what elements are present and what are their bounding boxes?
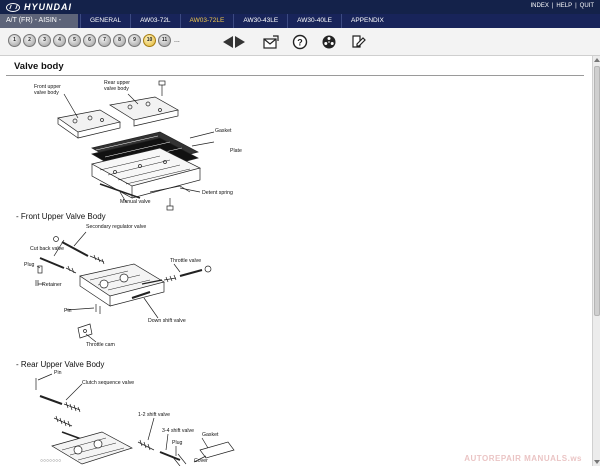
tab-aw03-72l[interactable]: AW03-72L xyxy=(130,14,179,28)
title-divider xyxy=(6,75,584,76)
label-rear-upper: Rear upper valve body xyxy=(104,80,130,92)
edit-icon[interactable] xyxy=(349,33,367,51)
page-button-7[interactable]: 7 xyxy=(98,34,111,47)
page-arrows xyxy=(223,36,245,48)
label-pin: Pin xyxy=(64,308,72,314)
label-manual-valve: Manual valve xyxy=(120,199,151,205)
vertical-scrollbar[interactable] xyxy=(592,56,600,466)
top-links: INDEX | HELP | QUIT xyxy=(531,3,595,9)
label-1-2-shift-valve: 1-2 shift valve xyxy=(138,412,171,418)
watermark: AUTOREPAIR MANUALS.ws xyxy=(464,454,582,463)
brand-name: HYUNDAI xyxy=(24,2,73,12)
label-throttle-cam: Throttle cam xyxy=(86,342,115,348)
tool-buttons: ? xyxy=(262,33,367,51)
page-title: Valve body xyxy=(14,61,64,72)
label-gasket: Gasket xyxy=(215,128,232,134)
label-plug: Plug xyxy=(172,440,183,446)
nav-title: A/T (FR) - AISIN - xyxy=(0,14,78,28)
label-clutch-sequence-valve: Clutch sequence valve xyxy=(82,380,135,386)
previous-page-icon[interactable] xyxy=(223,36,233,48)
label-plate: Plate xyxy=(230,148,242,154)
front-upper-diagram: Secondary regulator valve Cut back valve… xyxy=(24,224,230,356)
index-link[interactable]: INDEX xyxy=(531,3,549,9)
page-button-4[interactable]: 4 xyxy=(53,34,66,47)
label-gasket: Gasket xyxy=(202,432,219,438)
tab-aw03-72le[interactable]: AW03-72LE xyxy=(179,14,234,28)
quit-link[interactable]: QUIT xyxy=(580,3,594,9)
nav-bar: A/T (FR) - AISIN - GENERAL AW03-72L AW03… xyxy=(0,14,600,28)
page-button-6[interactable]: 6 xyxy=(83,34,96,47)
label-detent-spring: Detent spring xyxy=(202,190,233,196)
tab-aw30-40le[interactable]: AW30-40LE xyxy=(287,14,341,28)
scroll-thumb[interactable] xyxy=(594,66,600,316)
hyundai-logo: HYUNDAI xyxy=(6,2,72,12)
svg-text:?: ? xyxy=(297,38,303,48)
page-button-1[interactable]: 1 xyxy=(8,34,21,47)
link-separator: | xyxy=(575,3,577,9)
label-cover: Cover xyxy=(194,458,208,464)
help-link[interactable]: HELP xyxy=(556,3,572,9)
tab-appendix[interactable]: APPENDIX xyxy=(340,14,393,28)
rear-upper-diagram: Pin Clutch sequence valve 1-2 shift valv… xyxy=(22,370,242,466)
page-button-2[interactable]: 2 xyxy=(23,34,36,47)
top-bar: HYUNDAI INDEX | HELP | QUIT xyxy=(0,0,600,14)
nav-tabs: GENERAL AW03-72L AW03-72LE AW30-43LE AW3… xyxy=(80,14,393,28)
footer-dots: ○○○○○○○ xyxy=(40,458,62,464)
scroll-up-icon[interactable] xyxy=(594,58,600,62)
label-plug: Plug xyxy=(24,262,35,268)
hyundai-logo-icon xyxy=(6,2,20,12)
help-icon[interactable]: ? xyxy=(291,33,309,51)
tab-general[interactable]: GENERAL xyxy=(80,14,130,28)
more-pages[interactable]: ... xyxy=(174,37,180,44)
label-cut-back-valve: Cut back valve xyxy=(30,246,65,252)
page-button-10[interactable]: 10 xyxy=(143,34,156,47)
next-page-icon[interactable] xyxy=(235,36,245,48)
page-button-9[interactable]: 9 xyxy=(128,34,141,47)
toolbar: 1 2 3 4 5 6 7 8 9 10 11 ... ? xyxy=(0,28,600,56)
content-area: Valve body Front upper valve body Rear u… xyxy=(0,56,592,466)
link-separator: | xyxy=(551,3,554,9)
mail-icon[interactable] xyxy=(262,33,280,51)
tab-aw30-43le[interactable]: AW30-43LE xyxy=(233,14,287,28)
film-reel-icon[interactable] xyxy=(320,33,338,51)
page-button-8[interactable]: 8 xyxy=(113,34,126,47)
scroll-down-icon[interactable] xyxy=(594,460,600,464)
label-down-shift-valve: Down shift valve xyxy=(148,318,186,324)
page-button-3[interactable]: 3 xyxy=(38,34,51,47)
section-rear-upper: - Rear Upper Valve Body xyxy=(16,360,105,369)
label-3-4-shift-valve: 3-4 shift valve xyxy=(162,428,195,434)
page-button-5[interactable]: 5 xyxy=(68,34,81,47)
page-button-11[interactable]: 11 xyxy=(158,34,171,47)
label-front-upper: Front upper valve body xyxy=(34,84,61,96)
label-secondary-regulator: Secondary regulator valve xyxy=(86,224,147,230)
page-buttons: 1 2 3 4 5 6 7 8 9 10 11 ... xyxy=(8,34,180,47)
section-front-upper: - Front Upper Valve Body xyxy=(16,212,106,221)
label-throttle-valve: Throttle valve xyxy=(170,258,202,264)
valve-body-diagram: Front upper valve body Rear upper valve bo… xyxy=(30,80,260,212)
label-pin: Pin xyxy=(54,370,62,376)
label-retainer: Retainer xyxy=(42,282,62,288)
